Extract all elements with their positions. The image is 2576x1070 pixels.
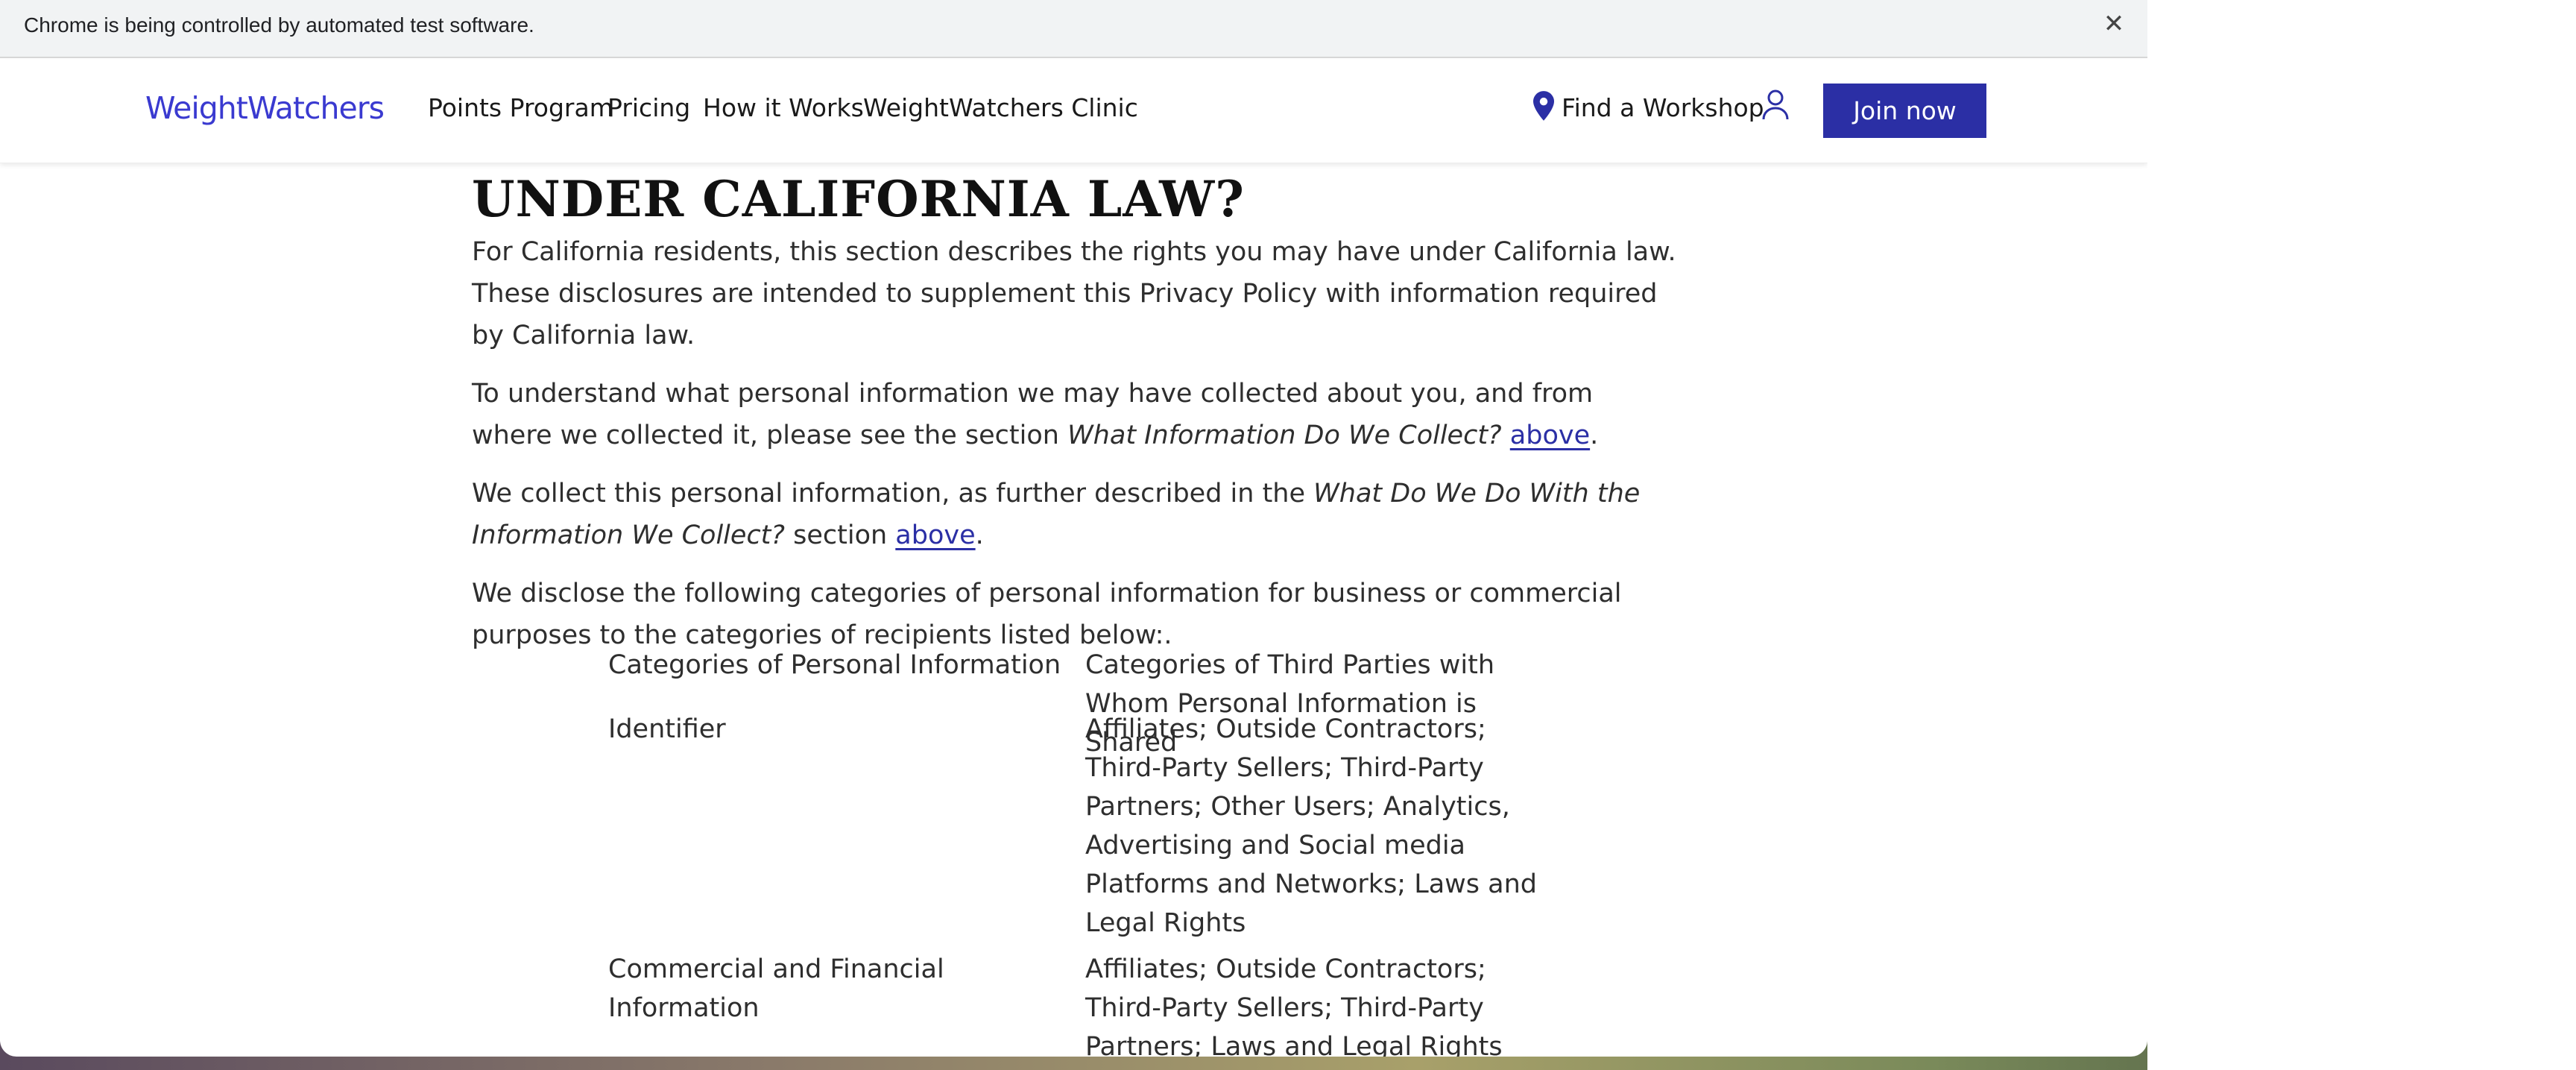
table-cell-category: Commercial and Financial Information xyxy=(608,954,944,1023)
privacy-content: UNDER CALIFORNIA LAW? For California res… xyxy=(472,168,1679,656)
p3-mid: section xyxy=(784,520,896,550)
table-cell-recipients: Affiliates; Outside Contractors; Third-P… xyxy=(1085,954,1503,1057)
disclosure-table: Categories of Personal Information Categ… xyxy=(608,646,1577,1057)
above-link-2[interactable]: above xyxy=(895,520,975,550)
desktop-right-area xyxy=(2147,0,2576,1070)
p3-text: We collect this personal information, as… xyxy=(472,479,1314,509)
above-link-1[interactable]: above xyxy=(1510,421,1590,450)
browser-window: Chrome is being controlled by automated … xyxy=(0,0,2147,1057)
screen: Chrome is being controlled by automated … xyxy=(0,0,2576,1070)
nav-weightwatchers-clinic[interactable]: WeightWatchers Clinic xyxy=(863,93,1138,122)
user-icon[interactable] xyxy=(1761,88,1790,121)
nav-points-program[interactable]: Points Program xyxy=(428,93,613,122)
close-icon[interactable]: ✕ xyxy=(2099,9,2129,39)
paragraph-purpose: We collect this personal information, as… xyxy=(472,473,1679,556)
find-workshop-link[interactable]: Find a Workshop xyxy=(1533,91,1764,122)
paragraph-collected: To understand what personal information … xyxy=(472,373,1679,456)
table-header-row: Categories of Personal Information Categ… xyxy=(608,646,1577,758)
location-pin-icon xyxy=(1533,91,1554,121)
p2-end: . xyxy=(1590,421,1599,450)
p3-end: . xyxy=(975,520,984,550)
table-cell-recipients: Affiliates; Outside Contractors; Third-P… xyxy=(1085,714,1538,938)
p2-section-ref: What Information Do We Collect? xyxy=(1067,421,1502,450)
paragraph-disclose: We disclose the following categories of … xyxy=(472,579,1622,650)
site-header: WeightWatchers Points Program Pricing Ho… xyxy=(0,60,2147,163)
logo[interactable]: WeightWatchers xyxy=(145,90,385,126)
section-heading: UNDER CALIFORNIA LAW? xyxy=(472,170,1245,228)
paragraph-intro: For California residents, this section d… xyxy=(472,237,1676,350)
find-workshop-label: Find a Workshop xyxy=(1562,93,1764,122)
table-cell-category: Identifier xyxy=(608,714,726,744)
nav-pricing[interactable]: Pricing xyxy=(607,93,690,122)
nav-how-it-works[interactable]: How it Works xyxy=(703,93,864,122)
infobar-text: Chrome is being controlled by automated … xyxy=(24,13,534,37)
table-header-left: Categories of Personal Information xyxy=(608,650,1061,680)
join-now-button[interactable]: Join now xyxy=(1823,84,1986,138)
automation-infobar: Chrome is being controlled by automated … xyxy=(0,0,2147,58)
table-row: Commercial and Financial Information Aff… xyxy=(608,950,1577,1057)
table-row: Identifier Affiliates; Outside Contracto… xyxy=(608,710,1577,950)
